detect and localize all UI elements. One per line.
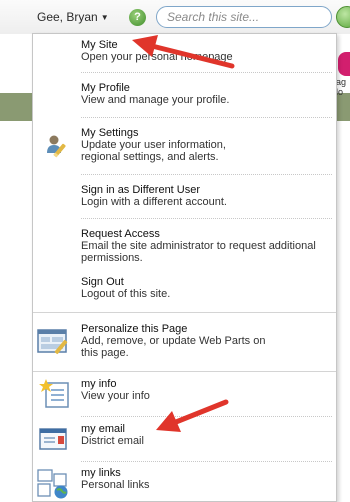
annotation-arrow-my-site bbox=[132, 35, 235, 69]
annotation-arrows bbox=[132, 35, 235, 432]
annotation-arrow-my-email bbox=[156, 399, 229, 432]
